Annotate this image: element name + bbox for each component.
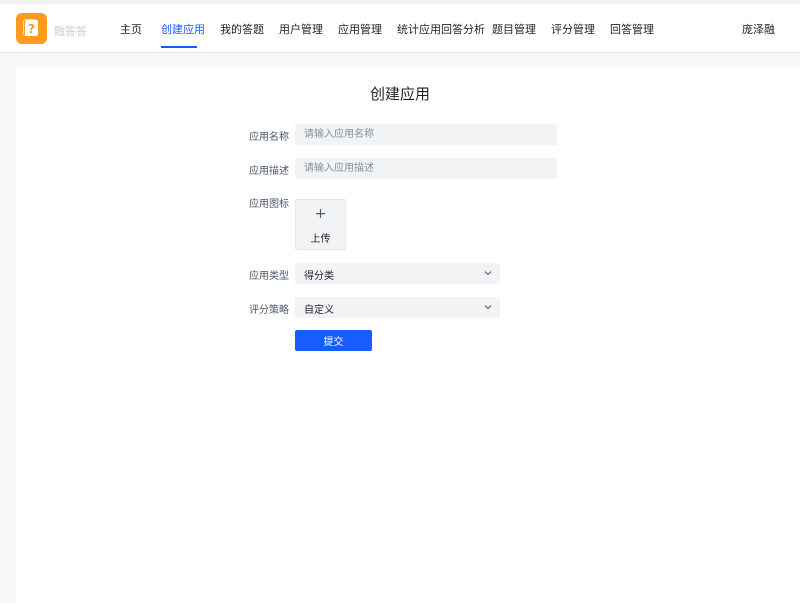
app-icon-label: 应用图标 (249, 199, 289, 210)
nav-item-answer-management[interactable]: 回答管理 (610, 21, 654, 37)
nav-item-question-management[interactable]: 题目管理 (492, 21, 536, 37)
app-type-value: 得分类 (304, 271, 334, 282)
app-type-select[interactable]: 得分类 (295, 263, 500, 284)
chevron-down-icon (484, 305, 492, 310)
strategy-label: 评分策略 (249, 305, 289, 316)
strategy-value: 自定义 (304, 305, 334, 316)
upload-label: 上传 (310, 234, 331, 245)
submit-button[interactable]: 提交 (295, 330, 372, 351)
plus-icon: + (314, 206, 327, 222)
icon-upload-button[interactable]: + 上传 (295, 199, 346, 250)
nav-item-create-app[interactable]: 创建应用 (161, 21, 205, 37)
strategy-select[interactable]: 自定义 (295, 297, 500, 318)
logo-icon[interactable]: ? (16, 13, 47, 44)
nav-item-user-management[interactable]: 用户管理 (279, 21, 323, 37)
page-title: 创建应用 (369, 85, 430, 103)
top-navigation-bar: ? 融答答 主页 创建应用 我的答题 用户管理 应用管理 统计应用回答分析 题目… (0, 4, 800, 53)
nav-item-app-answer-statistics[interactable]: 统计应用回答分析 (397, 21, 485, 37)
content-panel (16, 67, 800, 603)
app-name-input[interactable] (295, 124, 557, 145)
brand-name: 融答答 (54, 25, 87, 38)
active-tab-indicator (161, 46, 197, 48)
chevron-down-icon (484, 271, 492, 276)
app-desc-input[interactable] (295, 158, 557, 179)
svg-text:?: ? (28, 22, 35, 36)
nav-item-scoring-management[interactable]: 评分管理 (551, 21, 595, 37)
nav-item-home[interactable]: 主页 (120, 21, 142, 37)
app-type-label: 应用类型 (249, 271, 289, 282)
user-name[interactable]: 庞泽融 (742, 21, 775, 37)
app-desc-label: 应用描述 (249, 166, 289, 177)
nav-item-app-management[interactable]: 应用管理 (338, 21, 382, 37)
nav-item-my-answers[interactable]: 我的答题 (220, 21, 264, 37)
app-name-label: 应用名称 (249, 132, 289, 143)
